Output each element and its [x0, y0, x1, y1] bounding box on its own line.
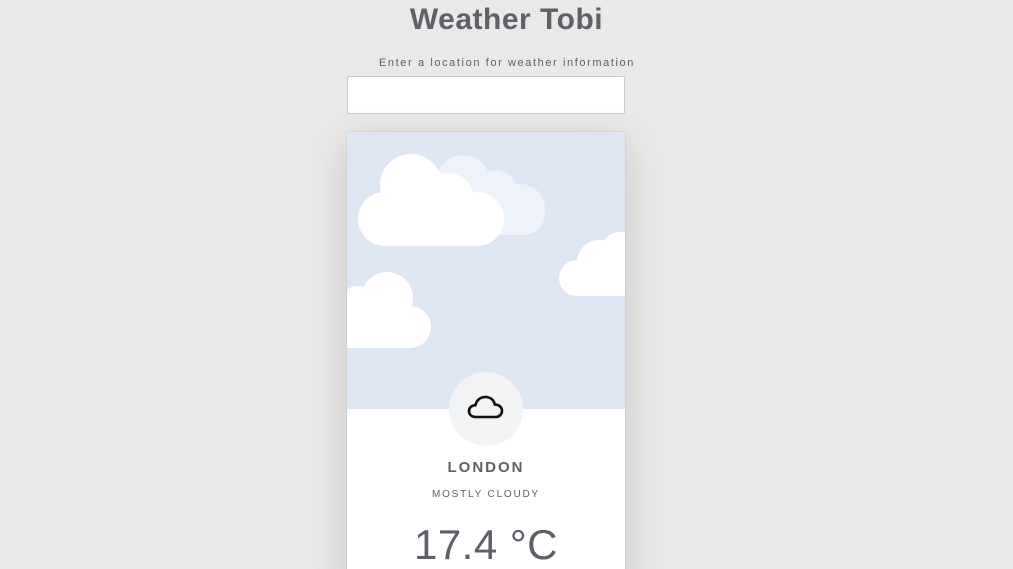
cloud-right-illustration	[559, 232, 625, 296]
cloud-icon	[467, 393, 505, 426]
cloud-left-illustration	[347, 272, 431, 348]
temperature-value: 17.4 °C	[413, 521, 559, 568]
location-search-input[interactable]	[347, 76, 625, 114]
weather-card: LONDON MOSTLY CLOUDY 17.4 °C	[347, 132, 625, 569]
search-prompt-label: Enter a location for weather information	[379, 57, 635, 69]
sky-illustration	[347, 132, 625, 409]
weather-condition: MOSTLY CLOUDY	[431, 489, 541, 500]
weather-icon-badge	[449, 372, 523, 446]
page-title: Weather Tobi	[409, 3, 604, 36]
city-name: LONDON	[447, 459, 525, 476]
app-page: Weather Tobi Enter a location for weathe…	[0, 0, 1013, 569]
